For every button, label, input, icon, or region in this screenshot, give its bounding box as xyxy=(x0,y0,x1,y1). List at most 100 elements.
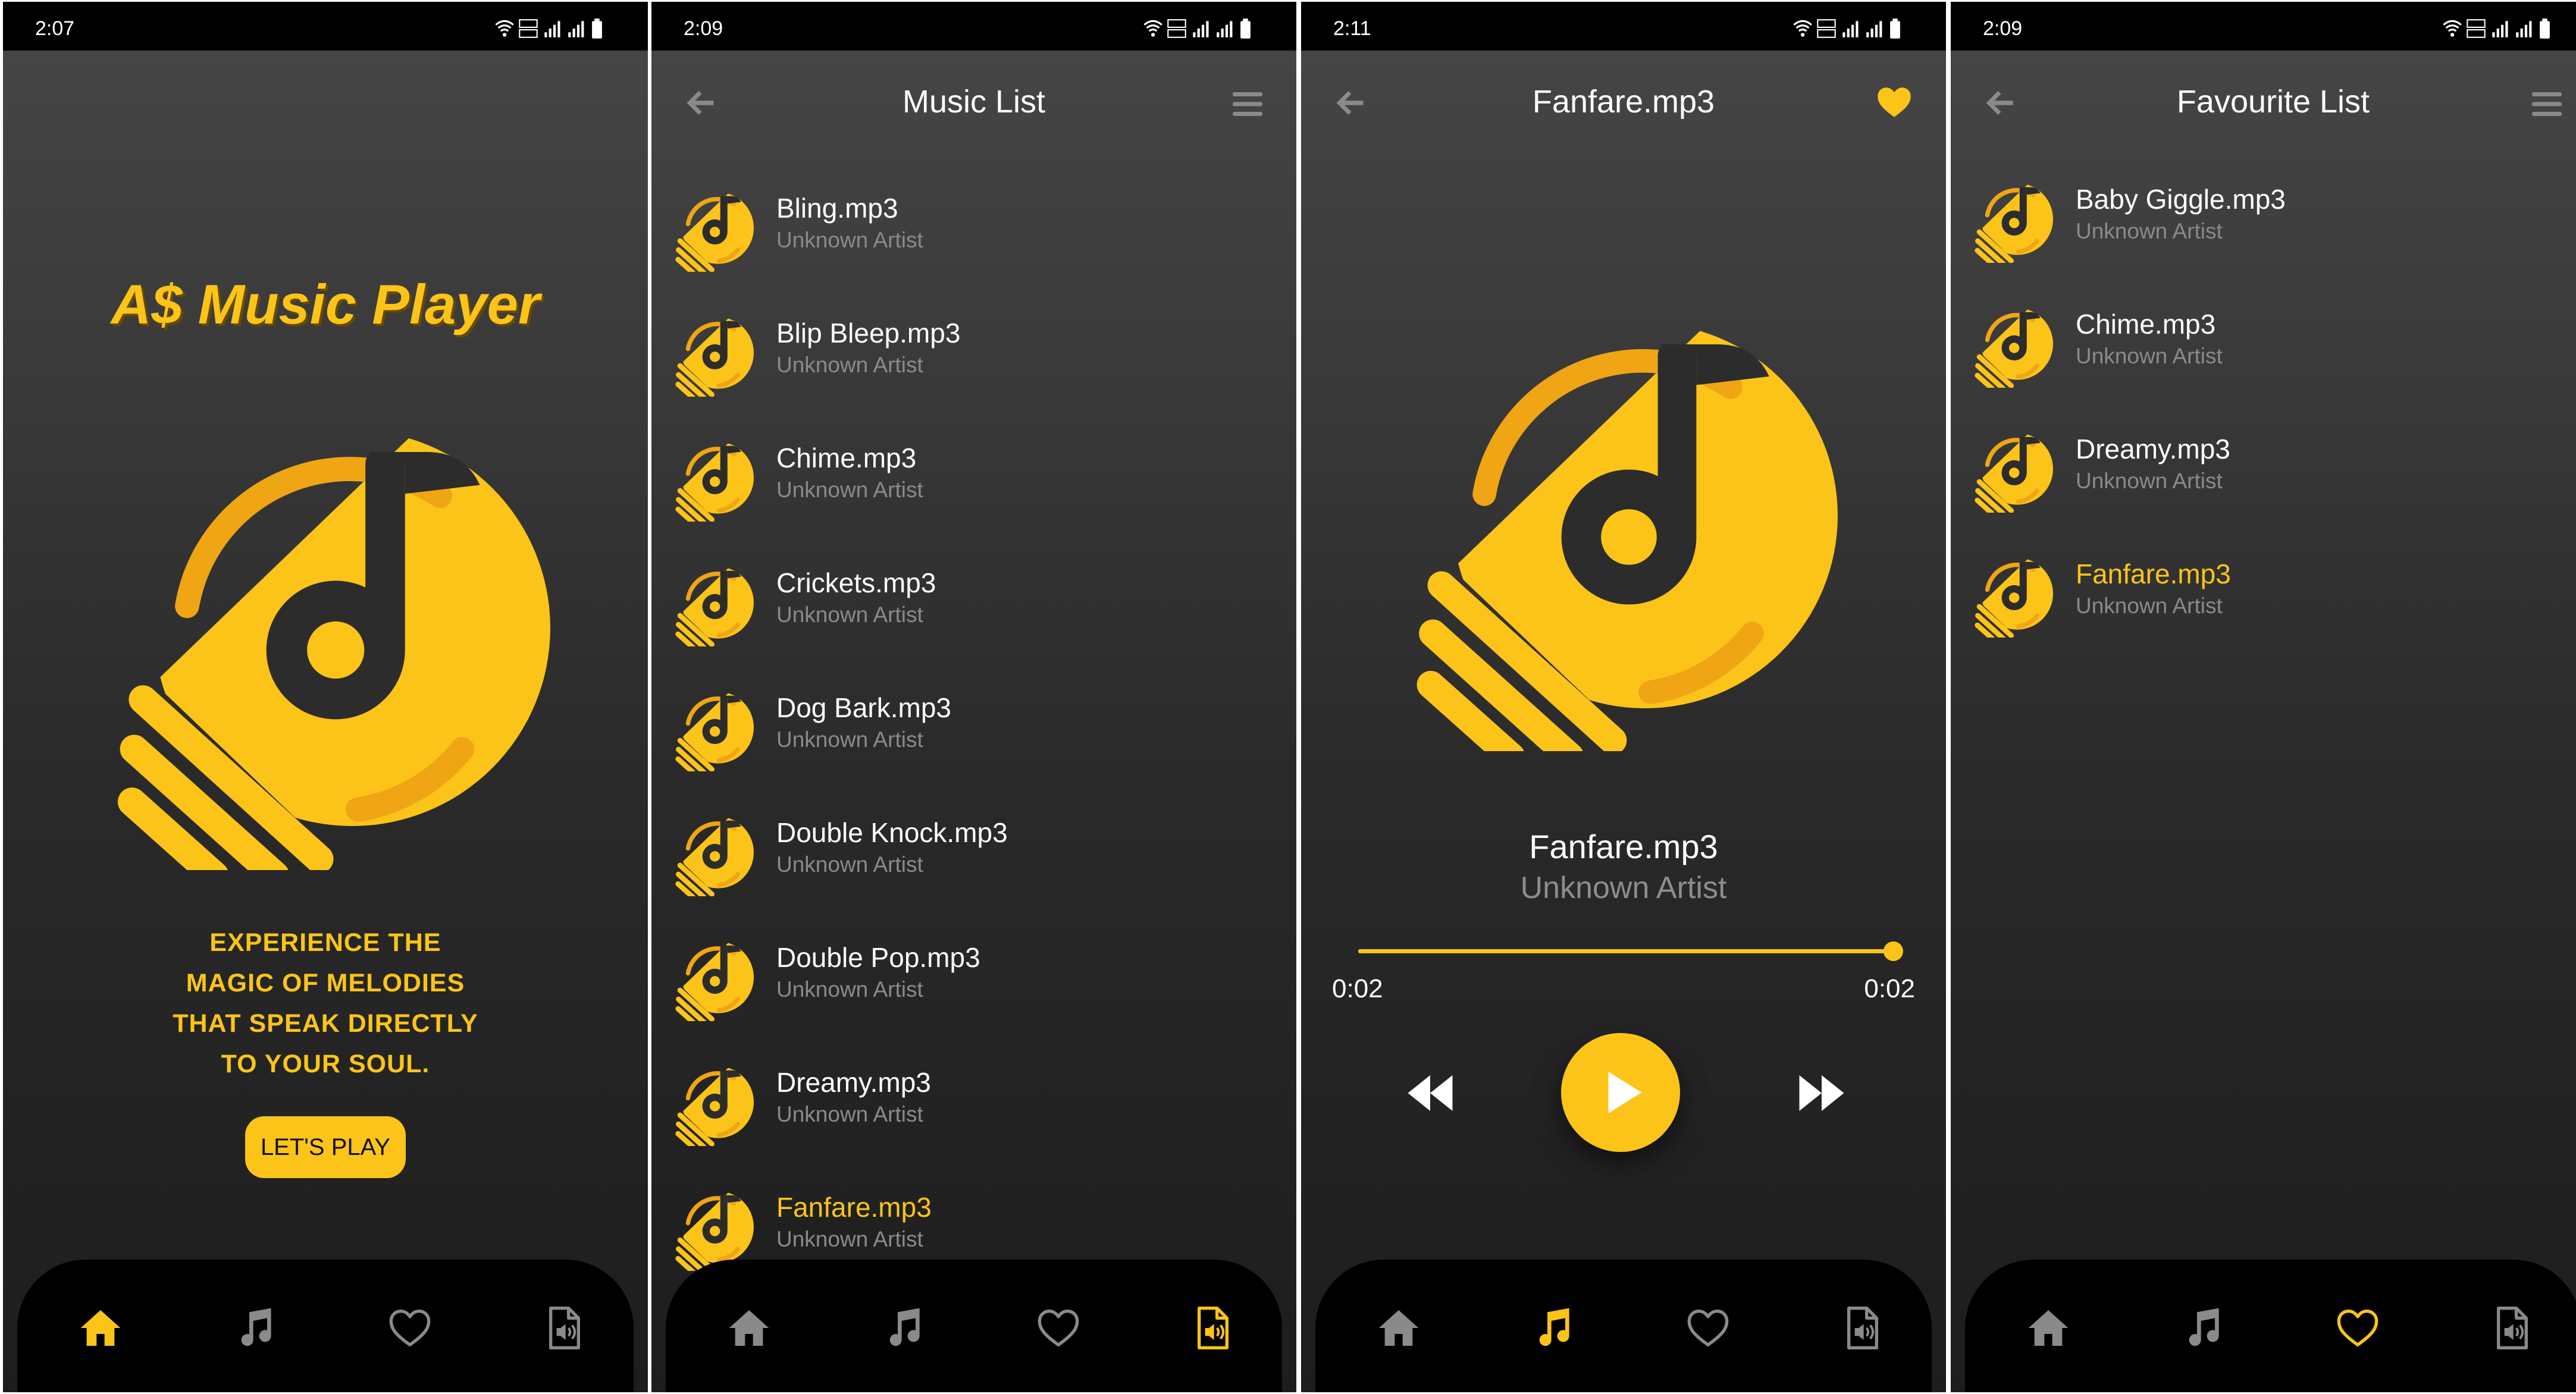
status-bar: 2:09 xyxy=(1951,2,2576,51)
disc-note-icon xyxy=(674,817,754,896)
song-item[interactable]: Blip Bleep.mp3 Unknown Artist xyxy=(651,287,1296,412)
song-name: Chime.mp3 xyxy=(776,442,917,473)
lets-play-button[interactable]: LET'S PLAY xyxy=(245,1116,406,1178)
status-time: 2:09 xyxy=(1983,17,2023,40)
tagline-line: MAGIC OF MELODIES xyxy=(186,969,465,997)
audio-file-icon xyxy=(1189,1304,1237,1352)
song-name: Baby Giggle.mp3 xyxy=(2076,184,2286,215)
song-artist: Unknown Artist xyxy=(776,1102,923,1126)
seek-handle[interactable] xyxy=(1884,941,1903,961)
nav-home[interactable] xyxy=(2025,1304,2072,1352)
song-item[interactable]: Chime.mp3 Unknown Artist xyxy=(1951,278,2576,403)
time-elapsed: 0:02 xyxy=(1332,974,1383,1003)
song-item[interactable]: Dreamy.mp3 Unknown Artist xyxy=(1951,403,2576,528)
song-name: Bling.mp3 xyxy=(776,193,898,224)
screen-music-list: 2:09 Music List Bling.mp3 Unknown Artist… xyxy=(651,2,1296,1392)
menu-icon[interactable] xyxy=(1230,86,1265,122)
heart-icon xyxy=(386,1304,434,1352)
nav-home[interactable] xyxy=(725,1304,773,1352)
status-bar: 2:11 xyxy=(1301,2,1946,51)
song-item[interactable]: Crickets.mp3 Unknown Artist xyxy=(651,537,1296,662)
heart-filled-icon[interactable] xyxy=(1873,81,1915,123)
nav-home[interactable] xyxy=(77,1304,124,1352)
bottom-nav xyxy=(17,1260,634,1392)
top-bar: Favourite List xyxy=(1951,51,2576,155)
status-time: 2:09 xyxy=(684,17,723,40)
song-artist: Unknown Artist xyxy=(2076,469,2223,493)
track-title: Fanfare.mp3 xyxy=(1529,828,1718,865)
song-item[interactable]: Dreamy.mp3 Unknown Artist xyxy=(651,1037,1296,1161)
song-item[interactable]: Double Pop.mp3 Unknown Artist xyxy=(651,912,1296,1037)
nav-home[interactable] xyxy=(1375,1304,1422,1352)
system-indicators-icon xyxy=(491,16,616,41)
song-item-active[interactable]: Fanfare.mp3 Unknown Artist xyxy=(1951,528,2576,653)
play-icon xyxy=(1608,1072,1642,1113)
page-title: Fanfare.mp3 xyxy=(1532,84,1715,120)
heart-icon xyxy=(1684,1304,1732,1352)
nav-music[interactable] xyxy=(880,1304,927,1352)
disc-note-icon xyxy=(674,941,754,1021)
status-time: 2:07 xyxy=(35,17,75,40)
nav-music[interactable] xyxy=(231,1304,279,1352)
disc-note-icon xyxy=(1973,183,2053,263)
nav-favourites[interactable] xyxy=(386,1304,434,1352)
nav-music[interactable] xyxy=(1530,1304,1577,1352)
nav-files[interactable] xyxy=(1839,1304,1886,1352)
nav-favourites[interactable] xyxy=(2334,1304,2381,1352)
play-button[interactable] xyxy=(1561,1033,1680,1152)
top-bar: Fanfare.mp3 xyxy=(1301,51,1946,155)
song-artist: Unknown Artist xyxy=(776,228,923,252)
page-title: Favourite List xyxy=(2176,84,2370,120)
song-name: Crickets.mp3 xyxy=(776,567,936,598)
song-item[interactable]: Chime.mp3 Unknown Artist xyxy=(651,412,1296,537)
tagline-line: TO YOUR SOUL. xyxy=(221,1050,430,1078)
bottom-nav xyxy=(1315,1260,1932,1392)
system-indicators-icon xyxy=(1789,16,1914,41)
nav-favourites[interactable] xyxy=(1035,1304,1082,1352)
song-artist: Unknown Artist xyxy=(776,602,923,627)
disc-note-icon xyxy=(674,317,754,397)
song-artist: Unknown Artist xyxy=(2076,594,2223,618)
home-icon xyxy=(77,1304,124,1352)
bottom-nav xyxy=(1965,1260,2576,1392)
music-note-icon xyxy=(2179,1304,2227,1352)
audio-file-icon xyxy=(541,1304,588,1352)
song-name: Fanfare.mp3 xyxy=(776,1192,932,1223)
nav-files[interactable] xyxy=(1189,1304,1237,1352)
disc-note-icon xyxy=(674,192,754,272)
song-name: Dreamy.mp3 xyxy=(2076,434,2230,464)
nav-files[interactable] xyxy=(2489,1304,2536,1352)
song-item[interactable]: Dog Bark.mp3 Unknown Artist xyxy=(651,662,1296,787)
song-artist: Unknown Artist xyxy=(2076,344,2223,368)
song-item[interactable]: Baby Giggle.mp3 Unknown Artist xyxy=(1951,153,2576,278)
app-logo-icon xyxy=(110,430,550,870)
nav-favourites[interactable] xyxy=(1684,1304,1732,1352)
system-indicators-icon xyxy=(1139,16,1264,41)
top-bar: Music List xyxy=(651,51,1296,155)
rewind-icon[interactable] xyxy=(1403,1066,1457,1120)
time-total: 0:02 xyxy=(1864,974,1915,1003)
disc-note-icon xyxy=(674,1066,754,1146)
song-artist: Unknown Artist xyxy=(776,977,923,1001)
system-indicators-icon xyxy=(2439,16,2564,41)
disc-note-icon xyxy=(674,692,754,771)
seek-bar[interactable] xyxy=(1358,941,1903,961)
fast-forward-icon[interactable] xyxy=(1795,1066,1848,1120)
song-artist: Unknown Artist xyxy=(776,727,923,752)
audio-file-icon xyxy=(2489,1304,2536,1352)
tagline-line: EXPERIENCE THE xyxy=(209,928,441,957)
song-artist: Unknown Artist xyxy=(776,852,923,877)
music-note-icon xyxy=(1530,1304,1577,1352)
bottom-nav xyxy=(666,1260,1282,1392)
song-name: Double Knock.mp3 xyxy=(776,817,1008,848)
nav-music[interactable] xyxy=(2179,1304,2227,1352)
song-item[interactable]: Bling.mp3 Unknown Artist xyxy=(651,162,1296,287)
disc-note-icon xyxy=(674,1191,754,1271)
app-title: A$ Music Player xyxy=(111,273,540,335)
menu-icon[interactable] xyxy=(2529,86,2565,122)
song-item[interactable]: Double Knock.mp3 Unknown Artist xyxy=(651,787,1296,912)
home-icon xyxy=(725,1304,773,1352)
nav-files[interactable] xyxy=(541,1304,588,1352)
song-artist: Unknown Artist xyxy=(776,478,923,502)
song-name: Dog Bark.mp3 xyxy=(776,692,952,723)
